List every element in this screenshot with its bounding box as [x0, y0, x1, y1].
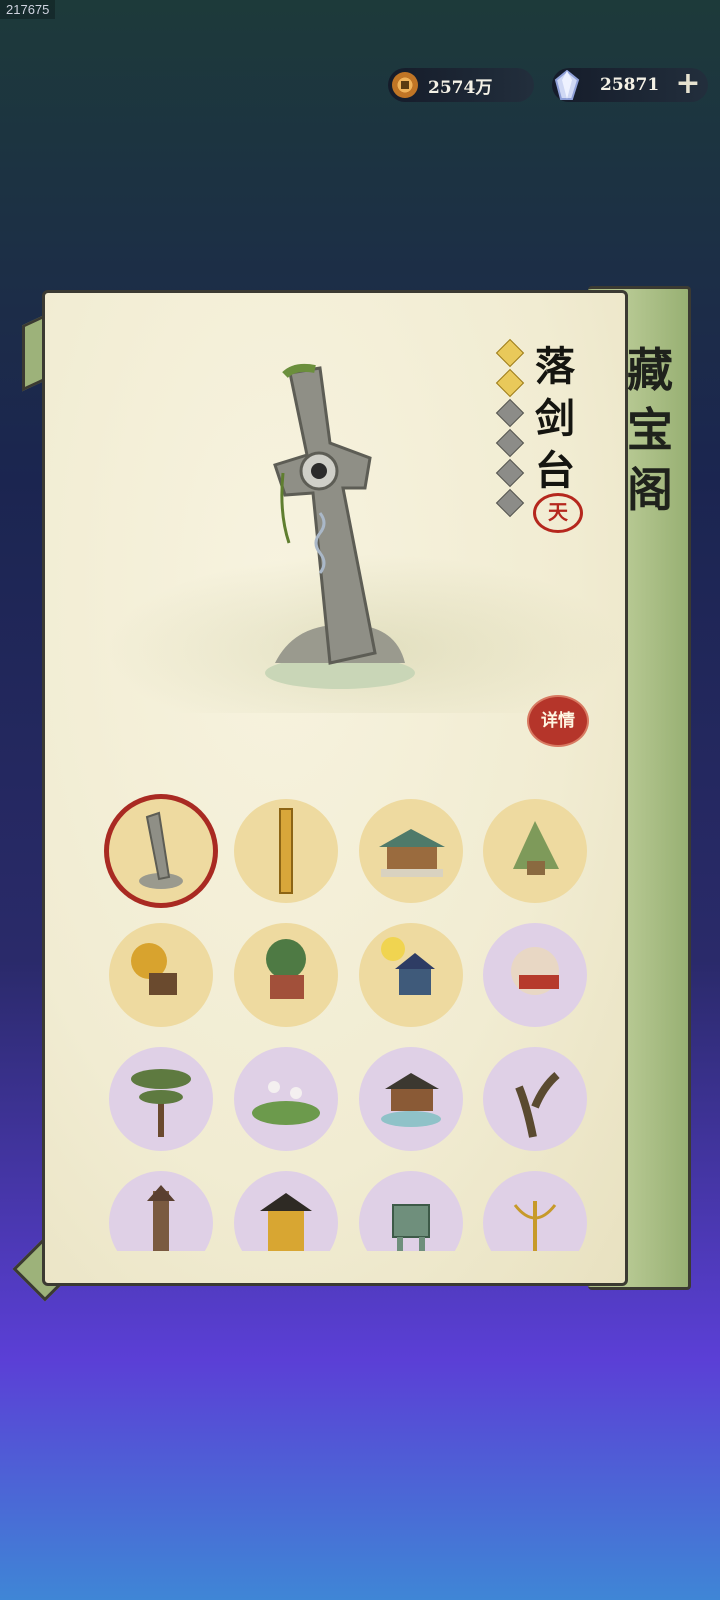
- star-icon: [495, 338, 525, 368]
- golden-candelabra-icon: [513, 1201, 557, 1251]
- item-slot-mountain-hut[interactable]: [483, 799, 587, 903]
- golden-pillar-icon: [279, 808, 293, 894]
- star-icon: [495, 398, 525, 428]
- mountain-hut-icon: [513, 821, 559, 875]
- plus-icon[interactable]: +: [674, 69, 702, 99]
- garden-house-icon: [266, 939, 306, 999]
- coin-amount: 2574万: [428, 77, 493, 98]
- stone-lantern-icon: [147, 1185, 175, 1251]
- panel-title: 藏宝阁: [627, 343, 673, 517]
- star-icon: [495, 368, 525, 398]
- moon-palace-icon: [381, 937, 435, 995]
- featured-item-name: 落剑台: [535, 343, 575, 494]
- autumn-cottage-icon: [131, 943, 177, 995]
- item-slot-golden-pillar[interactable]: [234, 799, 338, 903]
- item-slot-lotus-pond[interactable]: [234, 1047, 338, 1151]
- crystal-gem-icon: [554, 69, 580, 100]
- detail-button[interactable]: 详情: [527, 695, 589, 747]
- water-pavilion-icon: [381, 1073, 441, 1127]
- item-slot-bronze-cauldron[interactable]: [359, 1171, 463, 1251]
- item-slot-autumn-cottage[interactable]: [109, 923, 213, 1027]
- item-slot-water-pavilion[interactable]: [359, 1047, 463, 1151]
- debug-id: 217675: [0, 0, 56, 19]
- star-icon: [495, 458, 525, 488]
- coin-counter[interactable]: 2574万: [388, 68, 534, 102]
- fortune-cat-icon: [511, 947, 559, 995]
- item-slot-pine-tree[interactable]: [109, 1047, 213, 1151]
- bronze-cauldron-icon: [392, 1204, 430, 1251]
- item-slot-shrine[interactable]: [234, 1171, 338, 1251]
- sword-monument-illustration: [265, 363, 415, 689]
- rank-seal: 天: [533, 493, 583, 533]
- item-slot-fortune-cat[interactable]: [483, 923, 587, 1027]
- item-slot-golden-candelabra[interactable]: [483, 1171, 587, 1251]
- old-tree-icon: [515, 1071, 560, 1138]
- star-icon: [495, 428, 525, 458]
- star-rating: [495, 338, 525, 523]
- item-slot-stone-lantern[interactable]: [109, 1171, 213, 1251]
- scroll-paper: 落剑台 天 详情: [42, 290, 628, 1286]
- item-slot-pavilion-house[interactable]: [359, 799, 463, 903]
- gem-amount: 25871: [600, 75, 660, 95]
- item-slot-garden-house[interactable]: [234, 923, 338, 1027]
- copper-coin-icon: [392, 72, 418, 98]
- lotus-pond-icon: [252, 1081, 320, 1125]
- item-slot-sword-platform[interactable]: [109, 799, 213, 903]
- pavilion-house-icon: [379, 829, 445, 877]
- treasure-scroll-panel: 落剑台 天 详情 藏宝阁: [12, 286, 691, 1302]
- item-slot-old-tree[interactable]: [483, 1047, 587, 1151]
- sword-platform-icon: [139, 811, 183, 889]
- gem-counter[interactable]: 25871 +: [552, 68, 708, 102]
- shrine-icon: [260, 1193, 312, 1251]
- item-slot-moon-palace[interactable]: [359, 923, 463, 1027]
- star-icon: [495, 488, 525, 518]
- pine-tree-icon: [131, 1069, 191, 1137]
- item-grid: [103, 793, 599, 1251]
